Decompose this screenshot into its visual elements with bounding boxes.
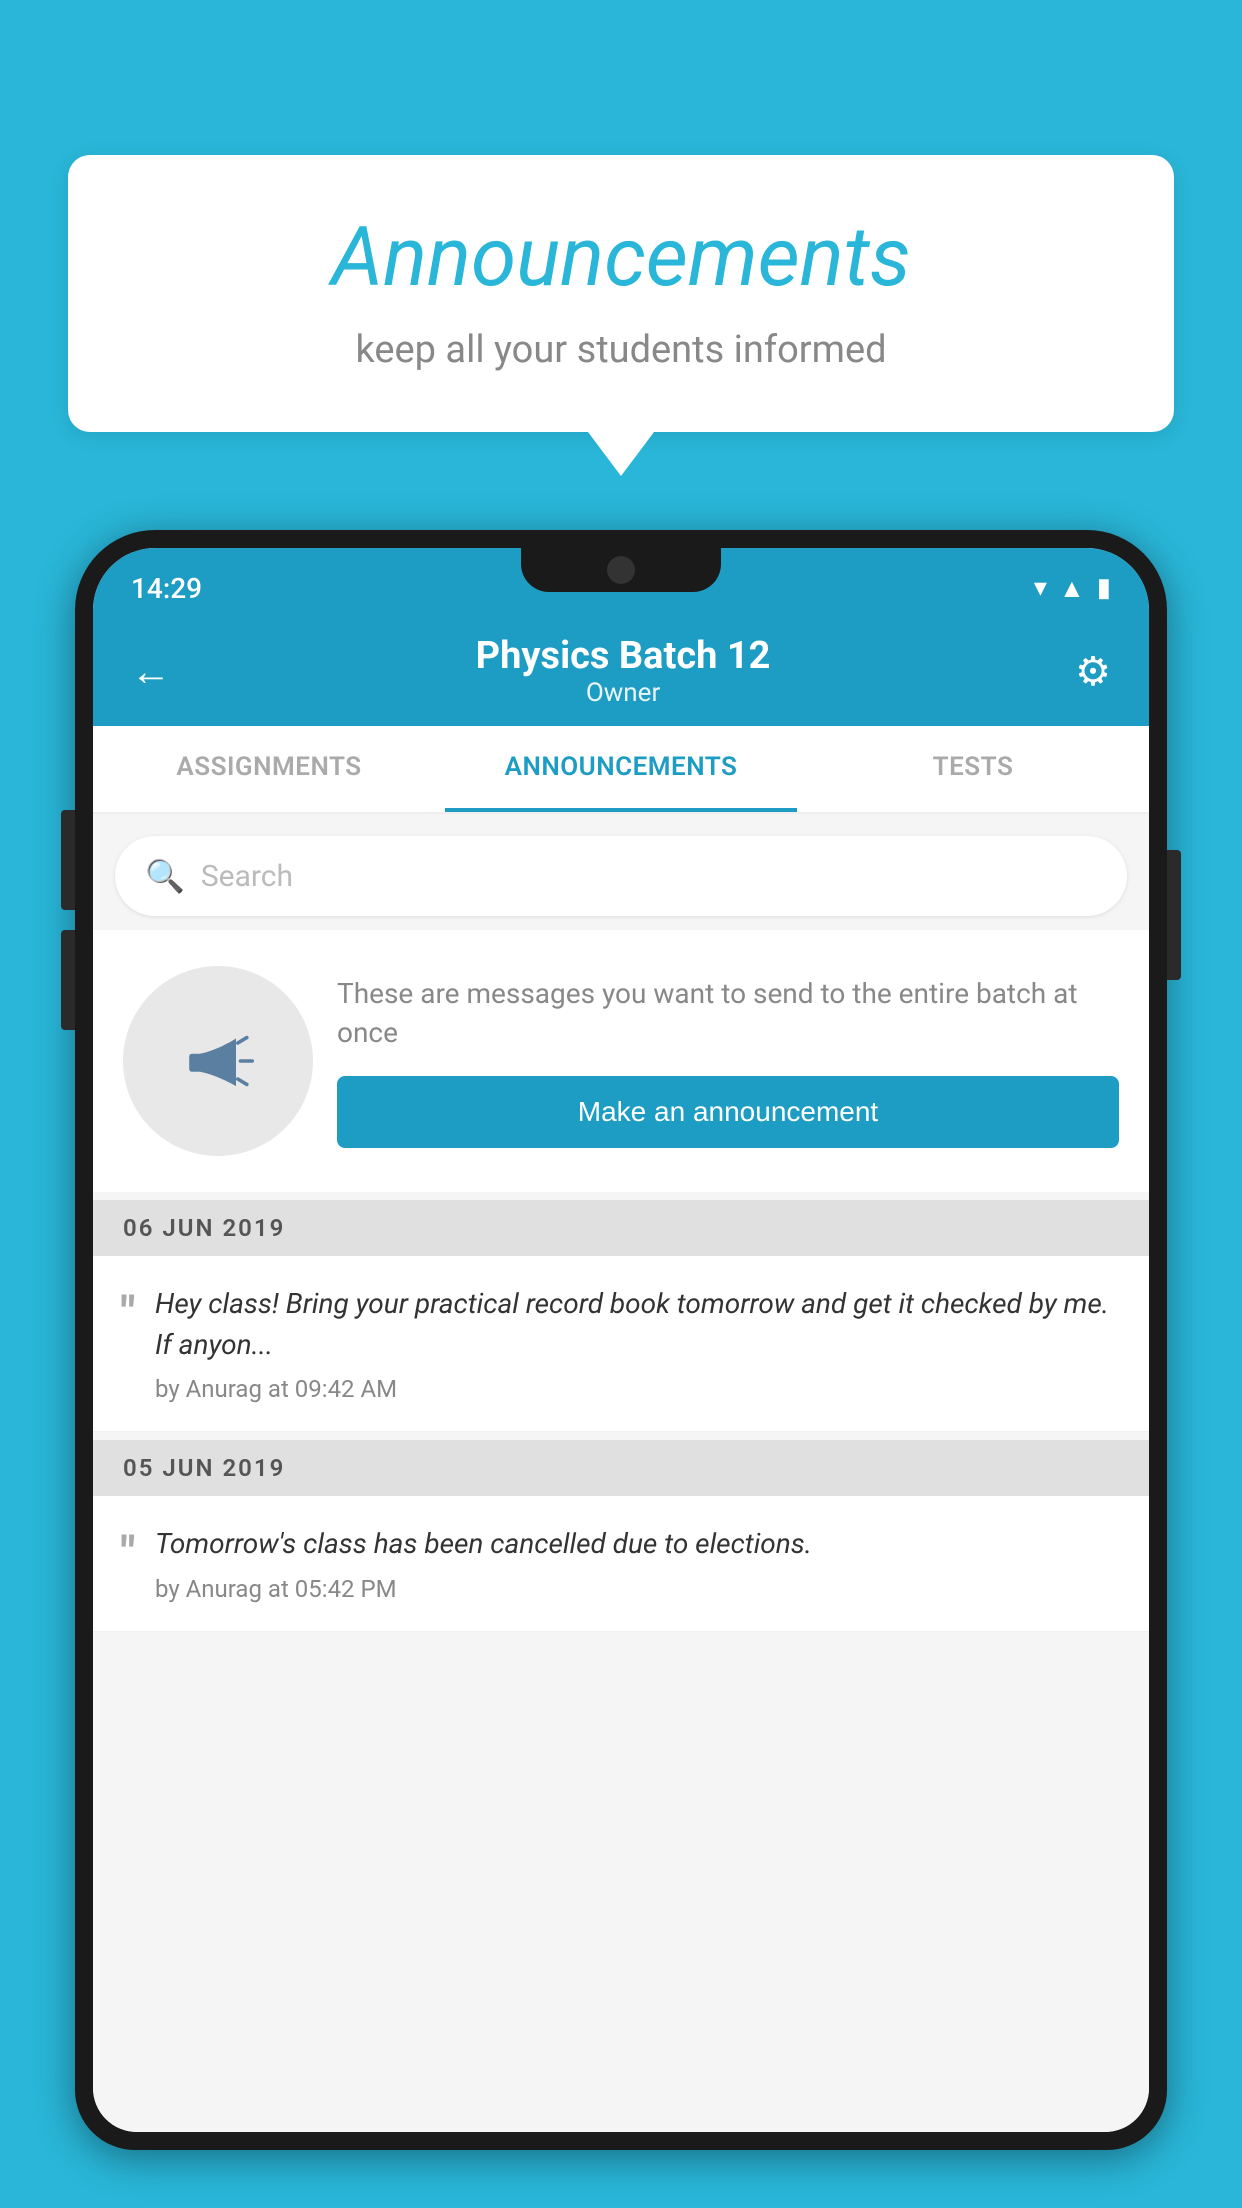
battery-icon: ▮ bbox=[1097, 573, 1111, 603]
bubble-title: Announcements bbox=[128, 210, 1114, 306]
wifi-icon: ▾ bbox=[1034, 573, 1047, 603]
date-divider-2: 05 JUN 2019 bbox=[93, 1440, 1149, 1496]
quote-icon-2: " bbox=[121, 1524, 135, 1574]
header-subtitle: Owner bbox=[476, 678, 771, 708]
search-placeholder: Search bbox=[201, 859, 293, 894]
phone-screen: 14:29 ▾ ▲ ▮ ← Physics Batch 12 Owner ⚙ bbox=[93, 548, 1149, 2132]
announcement-item-2[interactable]: " Tomorrow's class has been cancelled du… bbox=[93, 1496, 1149, 1632]
status-icons: ▾ ▲ ▮ bbox=[1034, 573, 1111, 604]
announcement-content-2: Tomorrow's class has been cancelled due … bbox=[155, 1524, 1121, 1603]
date-label-1: 06 JUN 2019 bbox=[123, 1214, 285, 1242]
header-center: Physics Batch 12 Owner bbox=[476, 634, 771, 708]
make-announcement-button[interactable]: Make an announcement bbox=[337, 1076, 1119, 1148]
announcement-text-1: Hey class! Bring your practical record b… bbox=[155, 1284, 1121, 1365]
phone-notch bbox=[521, 548, 721, 592]
back-button[interactable]: ← bbox=[131, 648, 171, 695]
announcement-meta-2: by Anurag at 05:42 PM bbox=[155, 1575, 1121, 1603]
header-title: Physics Batch 12 bbox=[476, 634, 771, 678]
tab-announcements[interactable]: ANNOUNCEMENTS bbox=[445, 726, 797, 812]
promo-content: These are messages you want to send to t… bbox=[337, 974, 1119, 1148]
volume-down-button bbox=[61, 930, 75, 1030]
quote-icon-1: " bbox=[121, 1284, 135, 1334]
tab-tests[interactable]: TESTS bbox=[797, 726, 1149, 812]
announcement-meta-1: by Anurag at 09:42 AM bbox=[155, 1375, 1121, 1403]
promo-icon-circle bbox=[123, 966, 313, 1156]
date-label-2: 05 JUN 2019 bbox=[123, 1454, 285, 1482]
app-header: ← Physics Batch 12 Owner ⚙ bbox=[93, 616, 1149, 726]
speech-bubble-section: Announcements keep all your students inf… bbox=[68, 155, 1174, 432]
settings-icon[interactable]: ⚙ bbox=[1075, 648, 1111, 695]
power-button bbox=[1167, 850, 1181, 980]
speech-bubble-card: Announcements keep all your students inf… bbox=[68, 155, 1174, 432]
signal-icon: ▲ bbox=[1059, 573, 1085, 604]
phone-body: 14:29 ▾ ▲ ▮ ← Physics Batch 12 Owner ⚙ bbox=[75, 530, 1167, 2150]
phone-mockup: 14:29 ▾ ▲ ▮ ← Physics Batch 12 Owner ⚙ bbox=[75, 530, 1167, 2208]
search-bar[interactable]: 🔍 Search bbox=[115, 836, 1127, 916]
status-time: 14:29 bbox=[131, 572, 202, 605]
screen-content: 🔍 Search bbox=[93, 814, 1149, 2132]
phone-camera bbox=[607, 556, 635, 584]
tabs-bar: ASSIGNMENTS ANNOUNCEMENTS TESTS bbox=[93, 726, 1149, 814]
bubble-subtitle: keep all your students informed bbox=[128, 328, 1114, 372]
promo-card: These are messages you want to send to t… bbox=[93, 930, 1149, 1192]
volume-up-button bbox=[61, 810, 75, 910]
screen-layout: 14:29 ▾ ▲ ▮ ← Physics Batch 12 Owner ⚙ bbox=[93, 548, 1149, 2132]
search-icon: 🔍 bbox=[145, 857, 185, 895]
announcement-content-1: Hey class! Bring your practical record b… bbox=[155, 1284, 1121, 1403]
tab-assignments[interactable]: ASSIGNMENTS bbox=[93, 726, 445, 812]
date-divider-1: 06 JUN 2019 bbox=[93, 1200, 1149, 1256]
announcement-text-2: Tomorrow's class has been cancelled due … bbox=[155, 1524, 1121, 1565]
megaphone-icon bbox=[173, 1016, 263, 1106]
announcement-item-1[interactable]: " Hey class! Bring your practical record… bbox=[93, 1256, 1149, 1432]
promo-description: These are messages you want to send to t… bbox=[337, 974, 1119, 1052]
